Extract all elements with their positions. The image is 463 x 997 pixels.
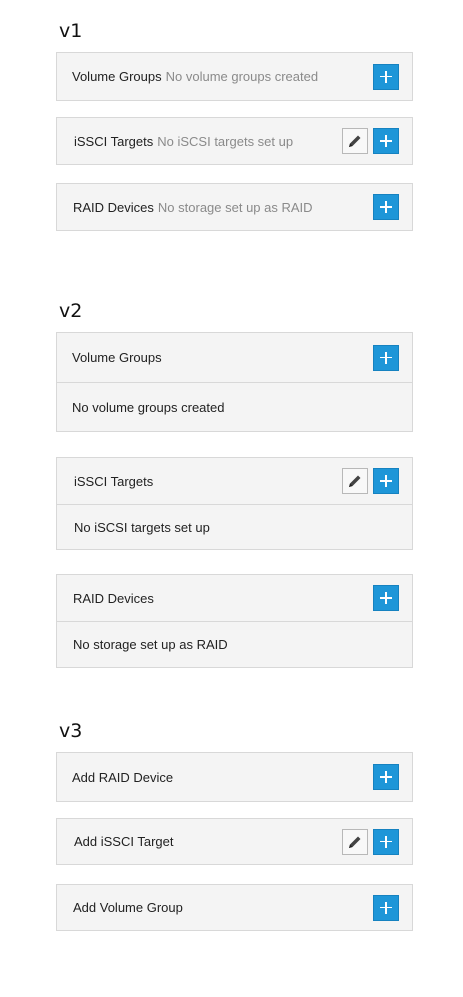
version-heading-v1: v1 [59, 20, 83, 42]
panel-title: Volume Groups [72, 350, 162, 365]
empty-state-text: No iSCSI targets set up [74, 519, 210, 535]
add-raid-device-button[interactable] [373, 194, 399, 220]
add-volume-group-button[interactable] [373, 894, 399, 921]
pencil-icon [349, 135, 361, 147]
version-heading-v3: v3 [59, 720, 83, 742]
panel-header: Add Volume Group [57, 885, 412, 930]
v1-iscsi-targets-panel: iSSCI Targets No iSCSI targets set up [56, 117, 413, 165]
v1-raid-devices-panel: RAID Devices No storage set up as RAID [56, 183, 413, 231]
v3-add-iscsi-target-panel: Add iSSCI Target [56, 818, 413, 865]
panel-title: Add iSSCI Target [74, 834, 174, 849]
panel-body: No iSCSI targets set up [57, 504, 412, 549]
empty-state-text: No iSCSI targets set up [157, 133, 294, 149]
panel-body: No volume groups created [57, 382, 412, 431]
empty-state-text: No volume groups created [165, 69, 319, 84]
add-iscsi-target-button[interactable] [373, 828, 399, 855]
v1-volume-groups-panel: Volume Groups No volume groups created [56, 52, 413, 101]
panel-title: iSSCI Targets [74, 133, 154, 149]
add-raid-device-button[interactable] [373, 764, 399, 790]
add-raid-device-button[interactable] [373, 585, 399, 611]
v2-volume-groups-panel: Volume Groups No volume groups created [56, 332, 413, 432]
edit-iscsi-targets-button[interactable] [342, 468, 368, 494]
empty-state-text: No storage set up as RAID [73, 637, 228, 652]
panel-title: RAID Devices [73, 199, 154, 215]
version-heading-v2: v2 [59, 300, 83, 322]
add-volume-group-button[interactable] [373, 63, 399, 90]
pencil-icon [349, 836, 361, 848]
empty-state-text: No storage set up as RAID [157, 199, 313, 215]
panel-header: iSSCI Targets No iSCSI targets set up [57, 118, 412, 164]
panel-title: Add RAID Device [72, 769, 174, 785]
panel-title: iSSCI Targets [74, 473, 154, 489]
panel-title: Volume Groups [72, 69, 162, 84]
edit-iscsi-targets-button[interactable] [342, 828, 368, 855]
v2-iscsi-targets-panel: iSSCI Targets No iSCSI targets set up [56, 457, 413, 550]
panel-header: Volume Groups No volume groups created [57, 53, 412, 100]
v3-add-volume-group-panel: Add Volume Group [56, 884, 413, 931]
v2-raid-devices-panel: RAID Devices No storage set up as RAID [56, 574, 413, 668]
panel-header: Add iSSCI Target [57, 819, 412, 864]
v3-add-raid-device-panel: Add RAID Device [56, 752, 413, 802]
panel-body: No storage set up as RAID [57, 621, 412, 667]
panel-header: iSSCI Targets [57, 458, 412, 504]
add-iscsi-target-button[interactable] [373, 128, 399, 154]
panel-title: Add Volume Group [73, 900, 183, 915]
pencil-icon [349, 475, 361, 487]
add-volume-group-button[interactable] [373, 344, 399, 371]
add-iscsi-target-button[interactable] [373, 468, 399, 494]
panel-header: RAID Devices No storage set up as RAID [57, 184, 412, 230]
panel-header: Add RAID Device [57, 753, 412, 801]
edit-iscsi-targets-button[interactable] [342, 128, 368, 154]
panel-title: RAID Devices [73, 590, 154, 606]
panel-header: Volume Groups [57, 333, 412, 382]
panel-header: RAID Devices [57, 575, 412, 621]
empty-state-text: No volume groups created [72, 399, 225, 415]
